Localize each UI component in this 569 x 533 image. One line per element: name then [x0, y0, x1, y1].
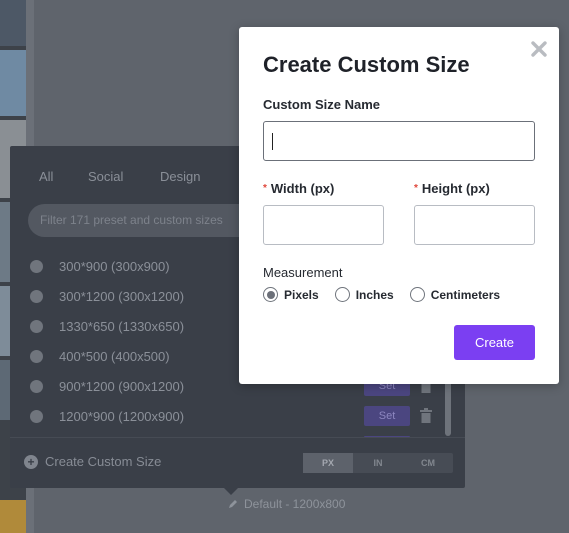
preset-radio[interactable]: [30, 289, 43, 303]
preset-item[interactable]: 900*1200 (900x1200): [30, 376, 184, 396]
preset-radio[interactable]: [30, 409, 43, 423]
custom-size-name-input[interactable]: [263, 121, 535, 161]
measurement-centimeters-option[interactable]: Centimeters: [409, 287, 501, 302]
preset-label: 400*500 (400x500): [59, 348, 170, 364]
preset-radio[interactable]: [30, 319, 43, 333]
custom-size-name-label: Custom Size Name: [263, 97, 381, 112]
pencil-icon: [229, 500, 237, 508]
preset-item[interactable]: 400*500 (400x500): [30, 346, 170, 366]
close-icon[interactable]: [531, 41, 547, 57]
thumbnail-image[interactable]: [0, 500, 26, 533]
trash-icon[interactable]: [419, 408, 433, 424]
plus-icon: +: [24, 454, 38, 469]
text-cursor: [272, 133, 273, 150]
panel-pointer: [223, 487, 239, 495]
preset-radio[interactable]: [30, 349, 43, 363]
height-input[interactable]: [414, 205, 535, 245]
panel-divider: [10, 437, 465, 438]
create-custom-size-label: Create Custom Size: [45, 454, 162, 469]
unit-cm-button[interactable]: CM: [403, 453, 453, 473]
width-input[interactable]: [263, 205, 384, 245]
set-button[interactable]: Set: [364, 406, 410, 426]
height-label-text: Height (px): [421, 181, 490, 196]
preset-radio[interactable]: [30, 379, 43, 393]
thumbnail-image[interactable]: [0, 50, 26, 116]
thumbnail-image[interactable]: [0, 0, 26, 46]
tab-all[interactable]: All: [39, 169, 53, 184]
radio-inches-label: Inches: [355, 287, 394, 302]
measurement-pixels-option[interactable]: Pixels: [263, 287, 319, 302]
modal-title: Create Custom Size: [263, 52, 470, 77]
required-mark: *: [414, 183, 418, 194]
preset-item[interactable]: 1200*900 (1200x900): [30, 406, 184, 426]
width-label: * Width (px): [263, 181, 334, 196]
create-custom-size-modal: Create Custom Size Custom Size Name * Wid…: [239, 27, 559, 384]
tab-social[interactable]: Social: [88, 169, 123, 184]
default-size-text: Default - 1200x800: [244, 497, 346, 511]
unit-px-button[interactable]: PX: [303, 453, 353, 473]
unit-in-button[interactable]: IN: [353, 453, 403, 473]
filter-sizes-input[interactable]: Filter 171 preset and custom sizes: [28, 204, 258, 237]
radio-pixels[interactable]: [263, 287, 278, 302]
preset-label: 300*900 (300x900): [59, 258, 170, 274]
preset-item[interactable]: 300*900 (300x900): [30, 256, 170, 276]
radio-inches[interactable]: [334, 287, 350, 302]
width-label-text: Width (px): [270, 181, 335, 196]
create-button[interactable]: Create: [454, 325, 535, 360]
measurement-inches-option[interactable]: Inches: [334, 287, 394, 302]
measurement-label: Measurement: [263, 265, 343, 280]
radio-pixels-label: Pixels: [284, 287, 319, 302]
tab-design[interactable]: Design: [160, 169, 200, 184]
radio-centimeters-label: Centimeters: [430, 287, 501, 302]
preset-label: 900*1200 (900x1200): [59, 378, 185, 394]
default-size-label[interactable]: Default - 1200x800: [228, 497, 345, 511]
preset-label: 1200*900 (1200x900): [59, 408, 185, 424]
preset-item[interactable]: 300*1200 (300x1200): [30, 286, 184, 306]
preset-label: 1330*650 (1330x650): [59, 318, 185, 334]
required-mark: *: [263, 183, 267, 194]
height-label: * Height (px): [414, 181, 490, 196]
radio-centimeters[interactable]: [409, 287, 425, 302]
preset-label: 300*1200 (300x1200): [59, 288, 185, 304]
preset-radio[interactable]: [30, 259, 43, 273]
preset-item[interactable]: 1330*650 (1330x650): [30, 316, 184, 336]
create-custom-size-link[interactable]: + Create Custom Size: [24, 454, 161, 469]
unit-toggle: PX IN CM: [303, 453, 453, 473]
measurement-options: Pixels Inches Centimeters: [263, 287, 500, 302]
